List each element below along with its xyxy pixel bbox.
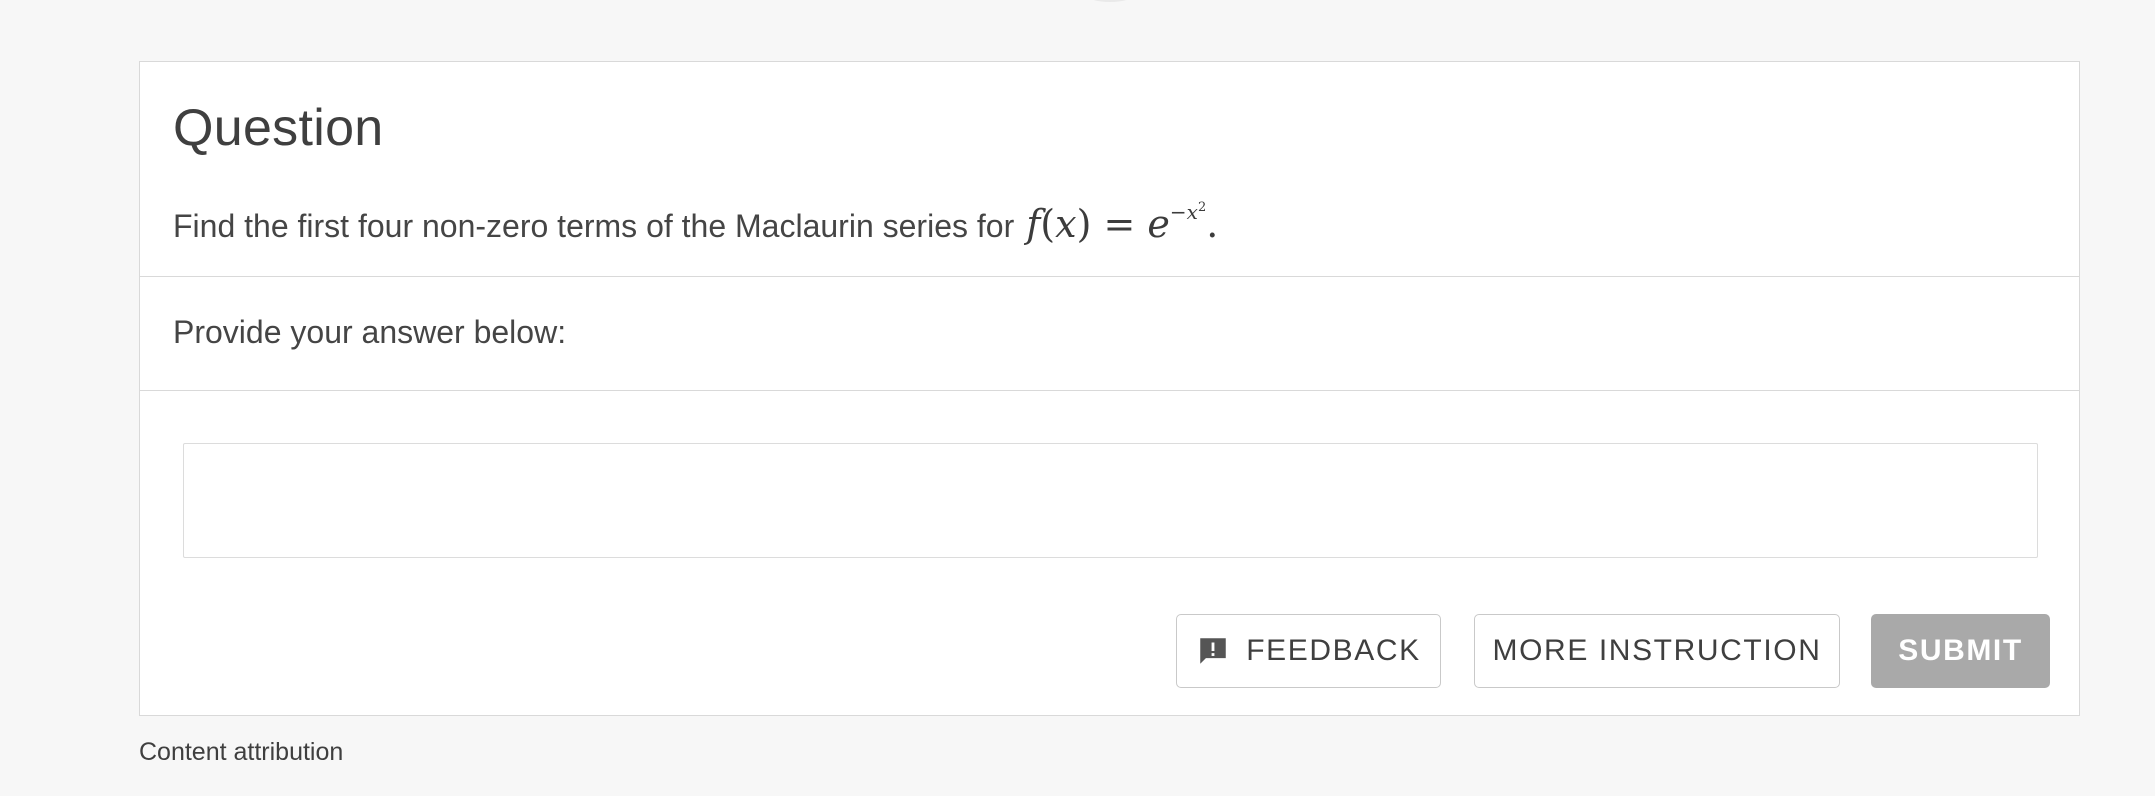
formula-trailing: .	[1206, 202, 1219, 246]
more-instruction-button-label: MORE INSTRUCTION	[1492, 634, 1822, 667]
more-instruction-button[interactable]: MORE INSTRUCTION	[1474, 614, 1840, 688]
question-text: Find the first four non-zero terms of th…	[173, 200, 1218, 246]
answer-input[interactable]	[183, 443, 2038, 558]
formula-exponent: −x2	[1170, 200, 1206, 224]
formula-exponent-var: x	[1186, 200, 1198, 224]
question-heading: Question	[173, 99, 384, 157]
formula-equals: =	[1103, 202, 1136, 246]
formula: f(x) = e−x2.	[1026, 200, 1219, 246]
formula-exponent-power: 2	[1197, 200, 1207, 215]
formula-base: e	[1147, 202, 1170, 246]
question-text-body: Find the first four non-zero terms of th…	[173, 208, 1015, 244]
answer-prompt: Provide your answer below:	[173, 314, 567, 350]
formula-function-name: f	[1026, 202, 1041, 246]
feedback-icon	[1200, 638, 1226, 664]
question-card: Question Find the first four non-zero te…	[139, 61, 2080, 716]
answer-section: FEEDBACK MORE INSTRUCTION SUBMIT	[140, 391, 2079, 715]
content-attribution-link[interactable]: Content attribution	[139, 738, 343, 767]
question-section: Question Find the first four non-zero te…	[140, 62, 2079, 277]
top-decoration	[1085, 0, 1135, 2]
submit-button-label: SUBMIT	[1898, 634, 2023, 667]
submit-button[interactable]: SUBMIT	[1871, 614, 2050, 688]
formula-variable: x	[1055, 202, 1077, 246]
feedback-button[interactable]: FEEDBACK	[1176, 614, 1441, 688]
answer-prompt-section: Provide your answer below:	[140, 277, 2079, 391]
formula-exponent-sign: −	[1169, 200, 1187, 224]
feedback-button-label: FEEDBACK	[1246, 634, 1421, 667]
